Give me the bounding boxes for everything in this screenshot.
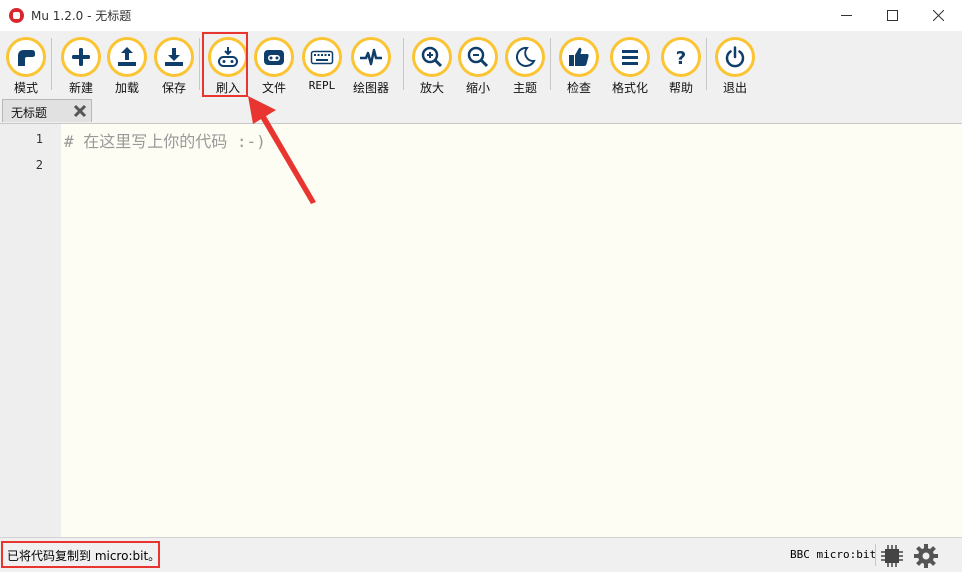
question-icon: ? [676,48,686,69]
zoom-in-icon [421,46,443,68]
code-editor[interactable]: # 在这里写上你的代码 :-) [61,124,962,537]
close-window-button[interactable] [915,0,961,31]
svg-text:?: ? [676,48,686,69]
tab-bar: 无标题 [0,98,962,124]
plus-icon [72,48,90,66]
editor: 1 2 # 在这里写上你的代码 :-) [0,124,962,537]
status-message: 已将代码复制到 micro:bit。 [7,549,161,563]
status-divider [875,544,876,566]
code-line: # 在这里写上你的代码 :-) [64,132,266,151]
window-title: Mu 1.2.0 - 无标题 [31,9,132,23]
toolbar: 模式 新建 加载 保存 刷入 文件 REPL 绘图器 放大 缩小 主题 检查 格… [0,31,962,98]
mode-icon [18,50,35,66]
theme-button[interactable]: 主题 [499,37,551,97]
tab-label: 无标题 [11,106,48,120]
line-number-gutter: 1 2 [0,124,61,537]
device-label: BBC micro:bit [790,548,877,561]
download-icon [165,48,183,66]
tab-untitled[interactable]: 无标题 [2,99,92,122]
help-button[interactable]: ? 帮助 [655,37,707,97]
gear-icon[interactable] [913,543,939,569]
zoom-out-icon [467,46,489,68]
keyboard-icon [310,50,334,65]
thumbs-up-icon [569,47,589,66]
minimize-icon [841,15,852,16]
upload-icon [118,47,136,66]
minimize-button[interactable] [823,0,869,31]
close-window-icon [933,10,944,21]
plotter-icon [360,48,382,66]
plotter-label: 绘图器 [352,81,389,95]
mode-button[interactable]: 模式 [0,37,52,97]
line-number: 2 [35,158,43,172]
quit-label: 退出 [722,81,747,95]
plotter-button[interactable]: 绘图器 [345,37,397,97]
mu-logo-icon [9,8,24,23]
status-bar: 已将代码复制到 micro:bit。 BBC micro:bit [0,537,962,572]
power-icon [725,46,745,68]
maximize-icon [887,10,898,21]
files-icon [264,50,284,65]
moon-icon [515,46,536,67]
line-number: 1 [35,132,43,146]
title-bar: Mu 1.2.0 - 无标题 [0,0,962,31]
save-button[interactable]: 保存 [148,37,200,97]
format-lines-icon [622,50,638,65]
maximize-button[interactable] [869,0,915,31]
quit-button[interactable]: 退出 [709,37,761,97]
close-icon[interactable] [73,104,87,118]
chip-icon[interactable] [880,544,904,568]
flash-icon [218,47,238,67]
